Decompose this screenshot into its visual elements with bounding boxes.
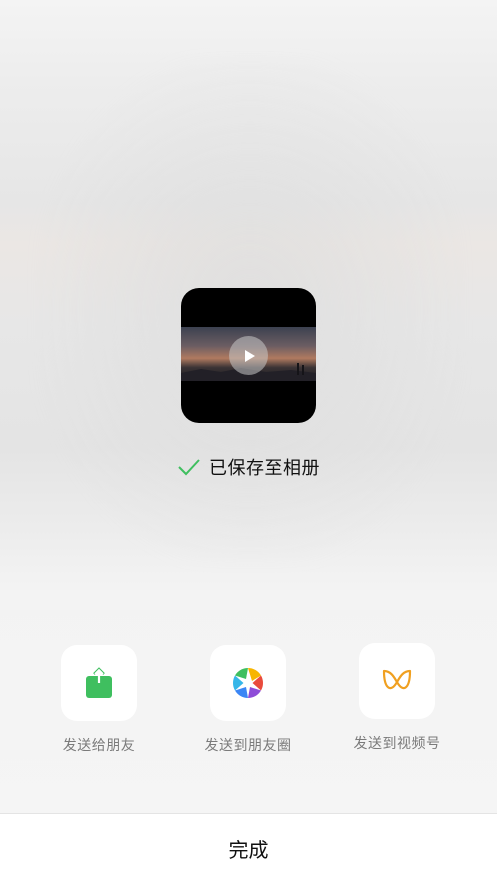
video-thumbnail[interactable] [181, 288, 316, 423]
share-to-friend-option[interactable]: 发送给朋友 [29, 645, 169, 755]
saved-status: 已保存至相册 [0, 454, 497, 480]
check-icon [178, 459, 200, 476]
share-to-channels-tile[interactable] [359, 643, 435, 719]
share-to-friend-label: 发送给朋友 [62, 737, 136, 753]
bottom-bar: 完成 [0, 813, 497, 884]
share-to-channels-option[interactable]: 发送到视频号 [327, 643, 467, 753]
share-to-friend-icon [86, 667, 112, 698]
play-icon [244, 349, 255, 362]
share-to-moments-tile[interactable] [210, 645, 286, 721]
channels-icon [382, 669, 412, 690]
share-to-moments-label: 发送到朋友圈 [204, 737, 292, 753]
share-options: 发送给朋友 发送到朋友圈 发送到视频号 [0, 643, 497, 765]
done-button[interactable]: 完成 [229, 834, 269, 863]
share-to-moments-option[interactable]: 发送到朋友圈 [178, 645, 318, 755]
play-button[interactable] [229, 336, 268, 375]
saved-status-text: 已保存至相册 [209, 458, 320, 478]
moments-icon [232, 668, 264, 698]
share-to-channels-label: 发送到视频号 [353, 735, 441, 751]
share-to-friend-tile[interactable] [61, 645, 137, 721]
